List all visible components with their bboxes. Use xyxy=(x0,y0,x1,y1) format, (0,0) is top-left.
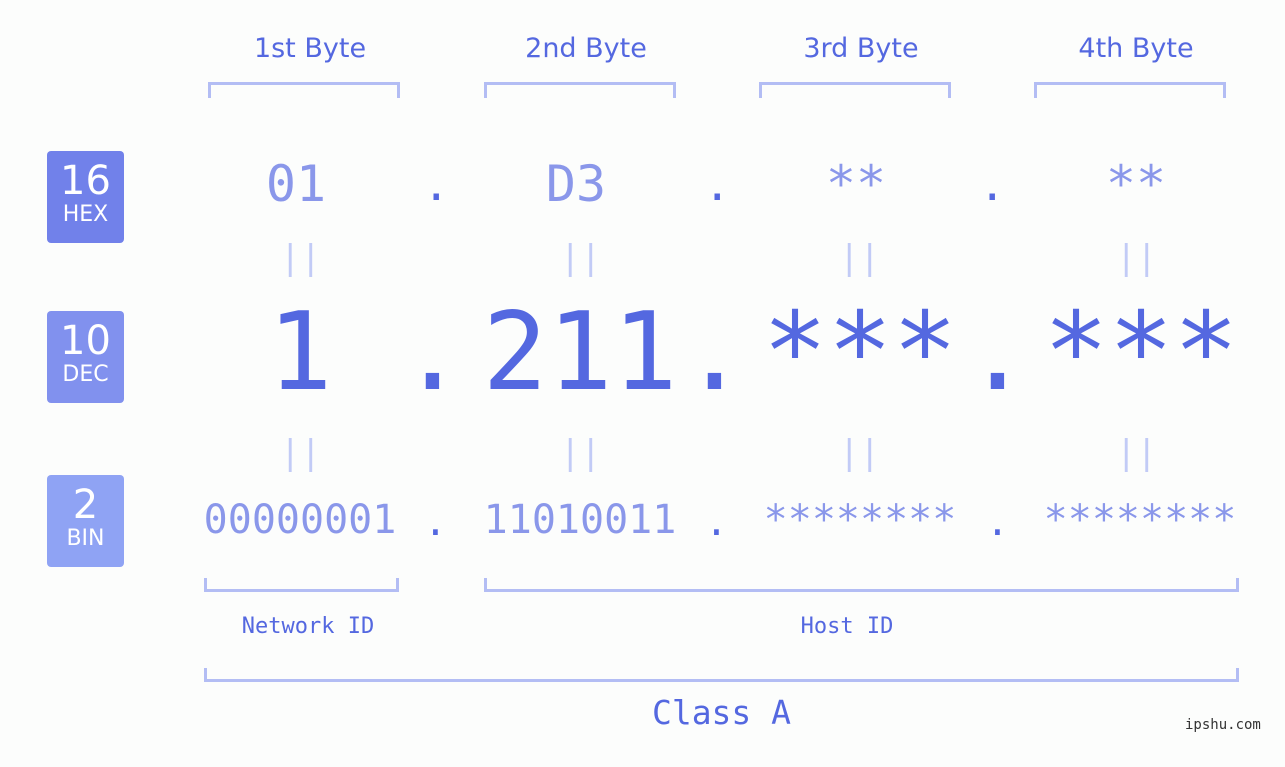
equals-sign: || xyxy=(560,433,601,473)
dec-byte-1: 1 xyxy=(267,290,333,415)
host-id-label: Host ID xyxy=(800,614,894,639)
network-id-bracket xyxy=(204,578,399,592)
hex-byte-4: ** xyxy=(1105,155,1167,213)
byte-bracket-3 xyxy=(759,82,951,98)
byte-bracket-1 xyxy=(208,82,400,98)
byte-header-2: 2nd Byte xyxy=(525,33,647,64)
equals-sign: || xyxy=(839,433,880,473)
equals-sign: || xyxy=(280,433,321,473)
bin-separator: . xyxy=(424,500,447,544)
hex-badge: 16 HEX xyxy=(47,151,124,243)
hex-badge-number: 16 xyxy=(60,158,111,204)
bin-separator: . xyxy=(986,500,1009,544)
host-id-bracket xyxy=(484,578,1239,592)
hex-separator: . xyxy=(979,160,1006,211)
equals-sign: || xyxy=(1116,433,1157,473)
dec-byte-3: *** xyxy=(762,290,958,415)
dec-badge-label: DEC xyxy=(62,362,109,387)
hex-badge-label: HEX xyxy=(62,202,109,227)
class-label: Class A xyxy=(651,693,792,732)
bin-badge-number: 2 xyxy=(72,482,99,528)
watermark: ipshu.com xyxy=(1185,717,1261,733)
bin-badge: 2 BIN xyxy=(47,475,124,567)
bin-byte-3: ******** xyxy=(763,497,957,543)
dec-byte-2: 211 xyxy=(482,290,678,415)
bin-byte-1: 00000001 xyxy=(203,497,397,543)
hex-separator: . xyxy=(423,160,450,211)
class-bracket xyxy=(204,668,1239,682)
equals-sign: || xyxy=(1116,238,1157,278)
equals-sign: || xyxy=(280,238,321,278)
equals-sign: || xyxy=(560,238,601,278)
byte-header-3: 3rd Byte xyxy=(803,33,919,64)
byte-header-4: 4th Byte xyxy=(1078,33,1194,64)
hex-byte-2: D3 xyxy=(545,155,607,213)
bin-byte-4: ******** xyxy=(1043,497,1237,543)
byte-header-1: 1st Byte xyxy=(253,33,367,64)
equals-sign: || xyxy=(839,238,880,278)
network-id-label: Network ID xyxy=(241,614,375,639)
byte-bracket-4 xyxy=(1034,82,1226,98)
bin-badge-label: BIN xyxy=(66,526,105,551)
bin-separator: . xyxy=(705,500,728,544)
byte-bracket-2 xyxy=(484,82,676,98)
hex-separator: . xyxy=(704,160,731,211)
dec-badge: 10 DEC xyxy=(47,311,124,403)
dec-badge-number: 10 xyxy=(60,318,111,364)
hex-byte-3: ** xyxy=(825,155,887,213)
hex-byte-1: 01 xyxy=(265,155,327,213)
bin-byte-2: 11010011 xyxy=(483,497,677,543)
dec-byte-4: *** xyxy=(1043,290,1239,415)
